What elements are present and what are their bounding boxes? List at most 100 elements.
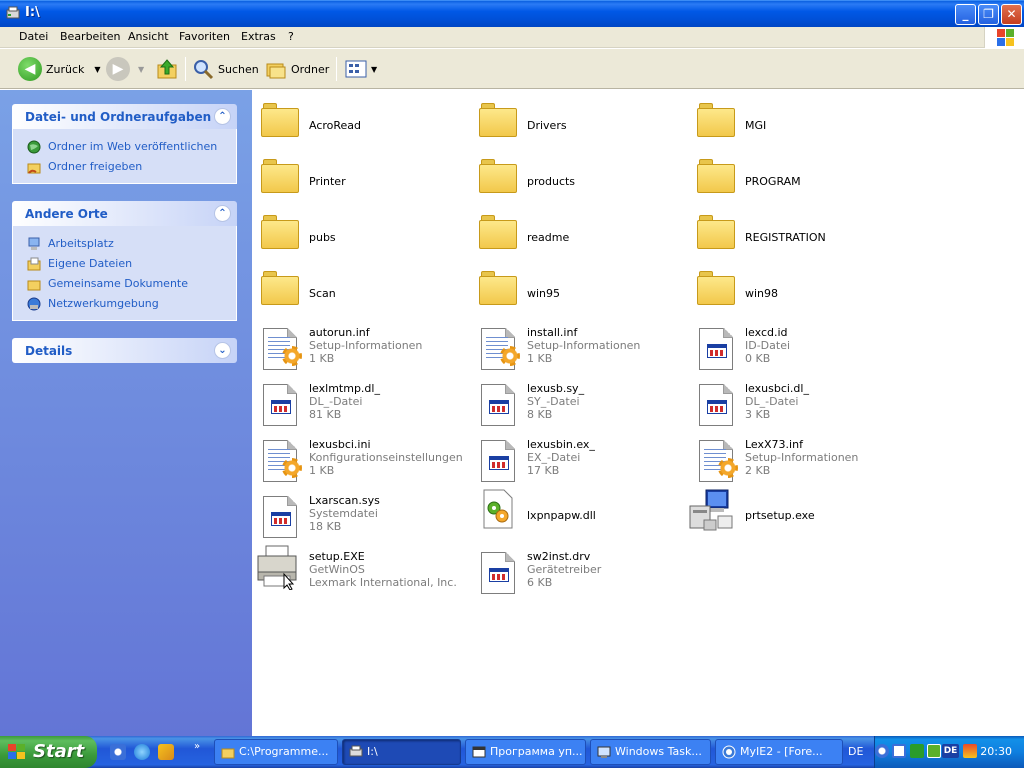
file-name: AcroRead — [309, 119, 362, 132]
tray-monitor-icon[interactable] — [910, 744, 924, 758]
up-folder-button[interactable] — [155, 55, 179, 83]
task-button-programme[interactable]: C:\Programme... — [214, 739, 338, 765]
panel-title: Datei- und Ordneraufgaben — [25, 110, 212, 124]
file-item[interactable]: setup.EXE GetWinOS Lexmark International, … — [252, 542, 462, 594]
file-item[interactable]: prtsetup.exe — [688, 486, 898, 538]
task-button-myie2[interactable]: MyIE2 - [Fore... — [715, 739, 843, 765]
file-info: lexusbin.ex_ EX_-Datei 17 KB — [527, 438, 595, 477]
folder-item[interactable]: MGI — [688, 96, 898, 148]
maximize-button[interactable]: ❐ — [978, 4, 999, 25]
title-bar[interactable]: I:\ _ ❐ ✕ — [0, 0, 1024, 27]
menu-favoriten[interactable]: Favoriten — [179, 30, 230, 43]
folder-icon — [476, 208, 518, 250]
network-places-link[interactable]: Netzwerkumgebung — [13, 294, 236, 314]
menu-help[interactable]: ? — [288, 30, 294, 43]
folder-item[interactable]: readme — [470, 208, 680, 260]
my-computer-link[interactable]: Arbeitsplatz — [13, 234, 236, 254]
task-button-programma[interactable]: Программа уп... — [465, 739, 586, 765]
task-button-drive-i[interactable]: I:\ — [342, 739, 461, 765]
close-button[interactable]: ✕ — [1001, 4, 1022, 25]
drive-icon — [6, 6, 20, 19]
minimize-button[interactable]: _ — [955, 4, 976, 25]
file-type: Setup-Informationen — [745, 451, 859, 464]
file-name: pubs — [309, 231, 336, 244]
tray-arrow-icon[interactable] — [875, 744, 889, 758]
menu-bearbeiten[interactable]: Bearbeiten — [60, 30, 120, 43]
file-item[interactable]: Lxarscan.sys Systemdatei 18 KB — [252, 486, 462, 538]
file-name: MGI — [745, 119, 767, 132]
panel-header[interactable]: Datei- und Ordneraufgaben ⌃ — [12, 104, 237, 129]
quicklaunch-globe-icon[interactable] — [134, 744, 150, 760]
quicklaunch-app-icon[interactable] — [158, 744, 174, 760]
file-item[interactable]: lexcd.id ID-Datei 0 KB — [688, 318, 898, 370]
share-folder-link[interactable]: Ordner freigeben — [13, 157, 236, 177]
forward-button[interactable]: ▶ ▼ — [106, 55, 144, 83]
file-size: 0 KB — [745, 352, 771, 365]
folder-item[interactable]: Scan — [252, 264, 462, 316]
file-item[interactable]: autorun.inf Setup-Informationen 1 KB — [252, 318, 462, 370]
file-type: EX_-Datei — [527, 451, 581, 464]
collapse-icon[interactable]: ⌃ — [214, 108, 231, 125]
file-item[interactable]: lexusbci.ini Konfigurationseinstellungen 1… — [252, 430, 463, 482]
panel-header[interactable]: Details ⌄ — [12, 338, 237, 363]
tray-status-icon[interactable] — [963, 744, 977, 758]
menu-datei[interactable]: Datei — [19, 30, 48, 43]
menu-ansicht[interactable]: Ansicht — [128, 30, 169, 43]
folder-icon — [27, 280, 41, 291]
folder-item[interactable]: win95 — [470, 264, 680, 316]
expand-icon[interactable]: ⌄ — [214, 342, 231, 359]
file-item[interactable]: lexusbci.dl_ DL_-Datei 3 KB — [688, 374, 898, 426]
chevron-down-icon: ▼ — [94, 64, 101, 74]
folder-item[interactable]: PROGRAM — [688, 152, 898, 204]
file-item[interactable]: lexusbin.ex_ EX_-Datei 17 KB — [470, 430, 680, 482]
folder-item[interactable]: products — [470, 152, 680, 204]
task-label: C:\Programme... — [239, 745, 329, 758]
file-info: pubs — [309, 231, 336, 244]
file-size: 1 KB — [527, 352, 553, 365]
shared-documents-link[interactable]: Gemeinsame Dokumente — [13, 274, 236, 294]
tray-app-icon[interactable] — [892, 744, 906, 758]
file-item[interactable]: LexX73.inf Setup-Informationen 2 KB — [688, 430, 898, 482]
file-name: sw2inst.drv — [527, 550, 591, 563]
task-button-windows-task[interactable]: Windows Task... — [590, 739, 711, 765]
file-name: lexusbci.ini — [309, 438, 371, 451]
folder-item[interactable]: REGISTRATION — [688, 208, 898, 260]
chevron-down-icon: ▼ — [371, 64, 378, 74]
file-type: Setup-Informationen — [527, 339, 641, 352]
file-type: Systemdatei — [309, 507, 378, 520]
publish-folder-link[interactable]: Ordner im Web veröffentlichen — [13, 137, 236, 157]
file-item[interactable]: install.inf Setup-Informationen 1 KB — [470, 318, 680, 370]
start-button[interactable]: Start — [0, 736, 97, 768]
file-item[interactable]: lxpnpapw.dll — [470, 486, 680, 538]
quicklaunch-overflow-icon[interactable]: » — [194, 741, 200, 752]
collapse-icon[interactable]: ⌃ — [214, 205, 231, 222]
search-button[interactable]: Suchen — [192, 55, 259, 83]
back-button[interactable]: ◀ Zurück ▼ — [18, 55, 101, 83]
file-info: lexusbci.dl_ DL_-Datei 3 KB — [745, 382, 809, 421]
folder-item[interactable]: AcroRead — [252, 96, 462, 148]
file-name: setup.EXE — [309, 550, 365, 563]
file-name: prtsetup.exe — [745, 509, 815, 522]
tray-network-icon[interactable] — [927, 744, 941, 758]
link-label: Gemeinsame Dokumente — [48, 277, 188, 290]
folder-icon — [476, 96, 518, 138]
computer-icon — [28, 237, 40, 250]
file-item[interactable]: sw2inst.drv Gerätetreiber 6 KB — [470, 542, 680, 594]
file-item[interactable]: lexusb.sy_ SY_-Datei 8 KB — [470, 374, 680, 426]
quicklaunch-ie-icon[interactable] — [110, 744, 126, 760]
folder-item[interactable]: win98 — [688, 264, 898, 316]
menu-extras[interactable]: Extras — [241, 30, 276, 43]
my-documents-link[interactable]: Eigene Dateien — [13, 254, 236, 274]
folder-item[interactable]: Printer — [252, 152, 462, 204]
language-indicator[interactable]: DE — [848, 745, 863, 758]
other-places-panel: Andere Orte ⌃ Arbeitsplatz Eigene Dateie… — [12, 201, 237, 321]
folder-item[interactable]: Drivers — [470, 96, 680, 148]
views-icon — [345, 60, 367, 78]
folder-item[interactable]: pubs — [252, 208, 462, 260]
tray-language-icon[interactable]: DE — [942, 744, 959, 758]
views-button[interactable]: ▼ — [345, 55, 377, 83]
file-size: 3 KB — [745, 408, 771, 421]
panel-header[interactable]: Andere Orte ⌃ — [12, 201, 237, 226]
folders-button[interactable]: Ordner — [265, 55, 329, 83]
file-item[interactable]: lexlmtmp.dl_ DL_-Datei 81 KB — [252, 374, 462, 426]
